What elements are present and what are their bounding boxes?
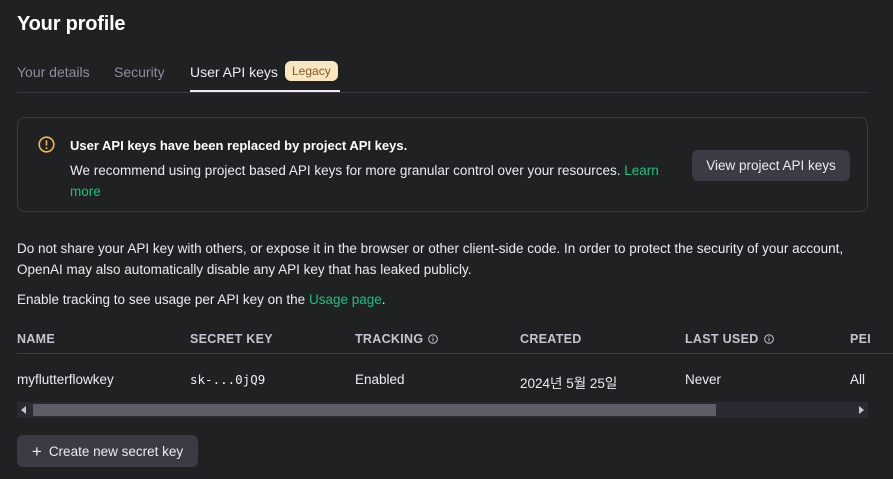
key-secret: sk-...0jQ9 — [190, 372, 266, 387]
key-last-used: Never — [685, 372, 722, 387]
scroll-left-arrow[interactable] — [21, 406, 26, 414]
create-new-secret-key-button[interactable]: + Create new secret key — [17, 435, 198, 467]
header-last-used: LAST USED — [685, 332, 774, 346]
key-permissions: All — [850, 372, 866, 387]
banner-title: User API keys have been replaced by proj… — [70, 138, 408, 153]
tab-user-api-keys[interactable]: User API keys — [190, 64, 278, 80]
header-divider — [17, 353, 893, 354]
horizontal-scrollbar[interactable] — [17, 402, 868, 418]
key-created: 2024년 5월 25일 — [520, 376, 618, 391]
banner-text: We recommend using project based API key… — [70, 160, 690, 202]
key-tracking: Enabled — [355, 372, 405, 387]
last-used-info-icon[interactable] — [763, 334, 774, 344]
page-title: Your profile — [17, 13, 126, 35]
api-key-warning: Do not share your API key with others, o… — [17, 238, 887, 280]
header-name: NAME — [17, 332, 56, 346]
header-tracking: TRACKING — [355, 332, 439, 346]
create-button-label: Create new secret key — [48, 443, 184, 459]
legacy-badge: Legacy — [285, 61, 338, 81]
warning-line-1: Do not share your API key with others, o… — [17, 241, 844, 256]
banner-body: We recommend using project based API key… — [70, 163, 621, 178]
key-name: myflutterflowkey — [17, 372, 114, 387]
deprecation-banner: User API keys have been replaced by proj… — [17, 117, 868, 212]
scrollbar-thumb[interactable] — [33, 404, 716, 416]
active-tab-indicator — [190, 90, 340, 92]
info-icon — [38, 136, 55, 153]
view-project-api-keys-button[interactable]: View project API keys — [692, 150, 850, 181]
usage-page-link[interactable]: Usage page — [309, 292, 382, 307]
plus-icon: + — [31, 441, 42, 461]
warning-line-2: OpenAI may also automatically disable an… — [17, 262, 472, 277]
tracking-suffix: . — [381, 292, 386, 307]
tracking-text: Enable tracking to see usage per API key… — [17, 292, 306, 307]
scroll-right-arrow[interactable] — [859, 406, 864, 414]
header-created: CREATED — [520, 332, 582, 346]
tracking-note: Enable tracking to see usage per API key… — [17, 292, 386, 307]
profile-tabs: Your details Security User API keys Lega… — [17, 58, 869, 93]
header-secret-key: SECRET KEY — [190, 332, 273, 346]
header-permissions: PEI — [850, 332, 872, 346]
tab-security[interactable]: Security — [114, 64, 165, 80]
tracking-info-icon[interactable] — [428, 334, 439, 344]
tab-your-details[interactable]: Your details — [17, 64, 90, 80]
